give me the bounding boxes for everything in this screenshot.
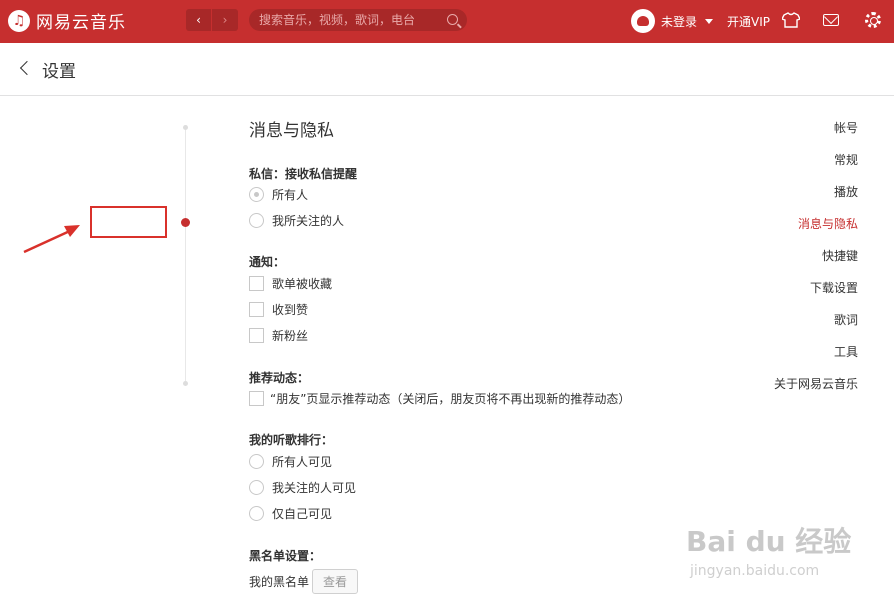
- mail-icon[interactable]: [823, 14, 839, 26]
- baidu-watermark: Bai du 经验: [686, 525, 852, 558]
- baidu-watermark-url: jingyan.baidu.com: [690, 563, 820, 579]
- username-label[interactable]: 未登录: [661, 13, 697, 30]
- page-title: 设置: [42, 62, 76, 82]
- menu-timeline: [185, 126, 186, 386]
- menu-item-about[interactable]: 关于网易云音乐: [774, 375, 858, 392]
- private-message-title: 私信：接收私信提醒: [249, 167, 358, 181]
- option-label: 新粉丝: [272, 329, 309, 343]
- search-box[interactable]: [249, 9, 467, 31]
- notify-title: 通知：: [249, 255, 286, 269]
- search-input[interactable]: [259, 9, 439, 31]
- radio-ranking-followed[interactable]: 我关注的人可见: [249, 479, 356, 496]
- open-vip-link[interactable]: 开通VIP: [727, 13, 770, 30]
- search-icon[interactable]: [447, 14, 458, 25]
- radio-button[interactable]: [249, 480, 264, 495]
- app-logo[interactable]: ♫ 网易云音乐: [8, 8, 126, 33]
- menu-item-general[interactable]: 常规: [834, 151, 858, 168]
- ranking-title: 我的听歌排行：: [249, 433, 334, 447]
- highlight-box: [90, 206, 167, 238]
- radio-button[interactable]: [249, 213, 264, 228]
- checkbox[interactable]: [249, 276, 264, 291]
- option-label: 所有人可见: [272, 455, 333, 469]
- app-name: 网易云音乐: [36, 13, 126, 33]
- checkbox[interactable]: [249, 302, 264, 317]
- option-label: 仅自己可见: [272, 507, 333, 521]
- option-label: 收到赞: [272, 303, 309, 317]
- skin-shirt-icon[interactable]: [782, 12, 800, 28]
- checkbox-new-fans[interactable]: 新粉丝: [249, 327, 308, 344]
- blacklist-label: 我的黑名单: [249, 575, 310, 589]
- section-title: 消息与隐私: [249, 121, 334, 141]
- radio-everyone[interactable]: 所有人: [249, 186, 308, 203]
- avatar-figure-icon: [637, 16, 649, 26]
- menu-item-account[interactable]: 帐号: [834, 119, 858, 136]
- menu-dot-active: [181, 218, 190, 227]
- menu-item-shortcuts[interactable]: 快捷键: [822, 247, 858, 264]
- menu-item-message-privacy[interactable]: 消息与隐私: [798, 215, 858, 232]
- radio-followed[interactable]: 我所关注的人: [249, 212, 344, 229]
- annotation-arrow-icon: [23, 225, 80, 254]
- blacklist-title: 黑名单设置：: [249, 549, 322, 563]
- view-blacklist-button[interactable]: 查看: [312, 569, 358, 594]
- history-nav: ‹ ›: [186, 9, 238, 31]
- menu-dot: [183, 125, 188, 130]
- menu-item-playback[interactable]: 播放: [834, 183, 858, 200]
- menu-item-lyrics[interactable]: 歌词: [834, 311, 858, 328]
- checkbox-recommend-feed[interactable]: “朋友”页显示推荐动态（关闭后，朋友页将不再出现新的推荐动态）: [249, 390, 630, 407]
- checkbox-likes[interactable]: 收到赞: [249, 301, 308, 318]
- menu-dot: [183, 381, 188, 386]
- option-label: 我关注的人可见: [272, 481, 357, 495]
- checkbox[interactable]: [249, 328, 264, 343]
- option-label: 所有人: [272, 188, 309, 202]
- avatar[interactable]: [631, 9, 655, 33]
- top-bar: ♫ 网易云音乐 ‹ › 未登录 开通VIP: [0, 0, 894, 43]
- option-label: 我所关注的人: [272, 214, 345, 228]
- chevron-down-icon[interactable]: [705, 18, 714, 24]
- menu-item-tools[interactable]: 工具: [834, 343, 858, 360]
- settings-header: 设置: [0, 43, 894, 96]
- recommend-title: 推荐动态：: [249, 371, 310, 385]
- checkbox[interactable]: [249, 391, 264, 406]
- option-label: “朋友”页显示推荐动态（关闭后，朋友页将不再出现新的推荐动态）: [270, 392, 631, 406]
- back-nav-button[interactable]: ‹: [186, 9, 212, 31]
- user-menu[interactable]: 未登录: [631, 9, 714, 33]
- radio-button[interactable]: [249, 506, 264, 521]
- forward-nav-button[interactable]: ›: [212, 9, 238, 31]
- menu-item-download[interactable]: 下载设置: [810, 279, 858, 296]
- netease-music-logo-icon: ♫: [8, 9, 30, 32]
- radio-button[interactable]: [249, 187, 264, 202]
- radio-button[interactable]: [249, 454, 264, 469]
- gear-icon[interactable]: [865, 12, 881, 28]
- radio-ranking-everyone[interactable]: 所有人可见: [249, 453, 332, 470]
- checkbox-playlist-collected[interactable]: 歌单被收藏: [249, 275, 332, 292]
- back-arrow-icon[interactable]: [19, 60, 35, 76]
- radio-ranking-self[interactable]: 仅自己可见: [249, 505, 332, 522]
- option-label: 歌单被收藏: [272, 277, 333, 291]
